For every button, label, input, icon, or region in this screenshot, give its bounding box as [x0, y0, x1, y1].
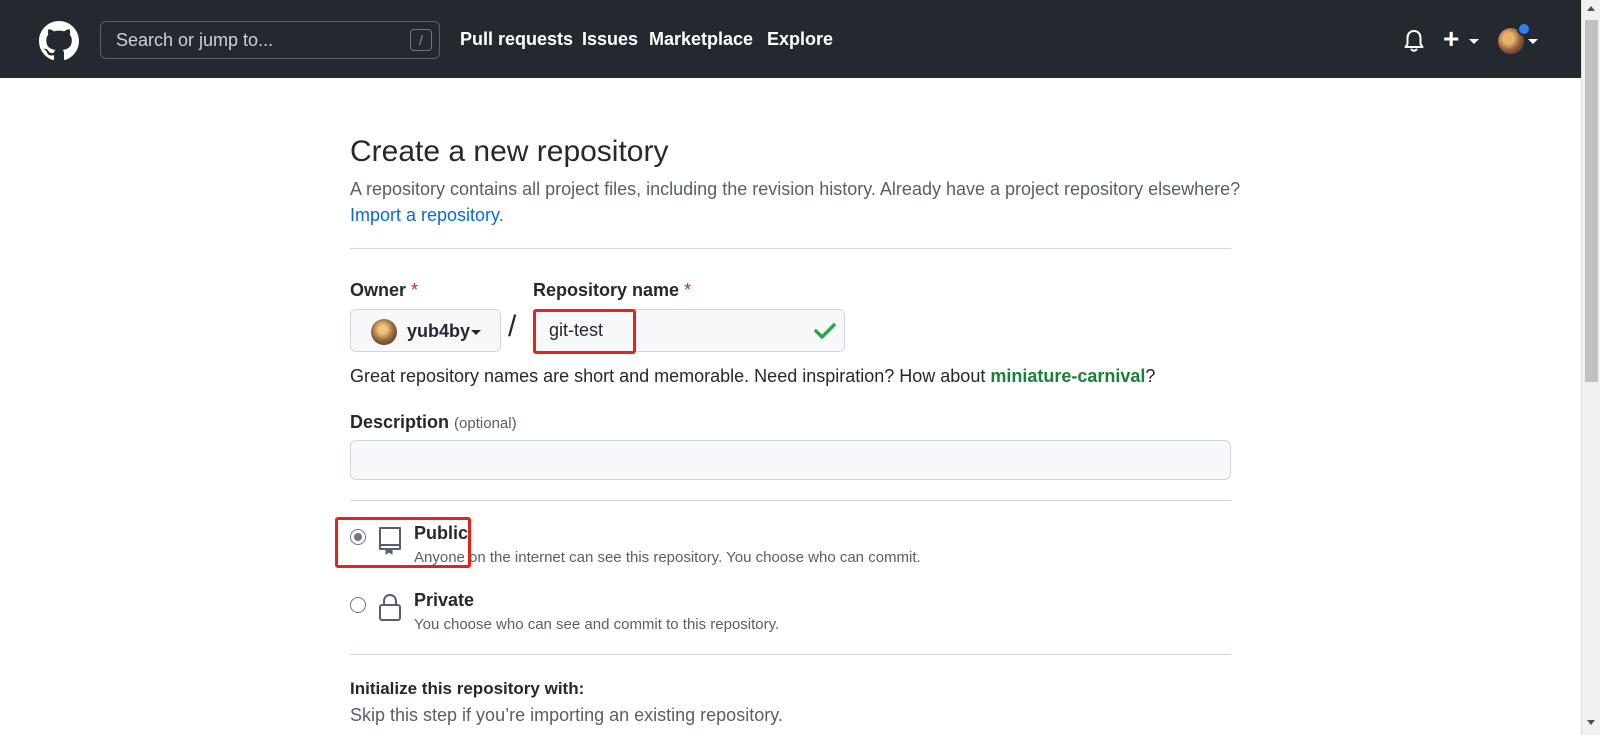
- owner-label-text: Owner: [350, 280, 407, 300]
- public-description: Anyone on the internet can see this repo…: [414, 549, 921, 566]
- github-logo-icon[interactable]: [39, 21, 79, 61]
- private-radio[interactable]: [350, 597, 366, 613]
- owner-caret-icon: [471, 330, 481, 335]
- required-asterisk: *: [411, 280, 419, 300]
- global-header: / Pull requests Issues Marketplace Explo…: [0, 0, 1581, 78]
- description-label: Description (optional): [350, 412, 517, 433]
- required-asterisk: *: [684, 280, 692, 300]
- description-input[interactable]: [350, 440, 1231, 480]
- repo-name-highlight-box: [533, 309, 636, 354]
- check-icon: [814, 323, 836, 339]
- owner-name: yub4by: [407, 321, 471, 341]
- public-option-highlight-box: [335, 517, 471, 568]
- repo-name-label: Repository name *: [533, 280, 691, 301]
- scroll-thumb[interactable]: [1585, 20, 1598, 382]
- section-divider: [350, 248, 1231, 249]
- repo-name-label-text: Repository name: [533, 280, 680, 300]
- nav-marketplace[interactable]: Marketplace: [649, 29, 753, 50]
- name-suggestion-link[interactable]: miniature-carnival: [990, 366, 1145, 386]
- repo-name-hint: Great repository names are short and mem…: [350, 366, 1155, 387]
- plus-icon[interactable]: +: [1443, 24, 1459, 54]
- initialize-title: Initialize this repository with:: [350, 679, 585, 698]
- section-divider: [350, 500, 1231, 501]
- owner-label: Owner *: [350, 280, 418, 301]
- plus-caret-icon[interactable]: [1469, 39, 1479, 44]
- page-scrollbar[interactable]: [1581, 0, 1600, 735]
- page-subtitle: A repository contains all project files,…: [350, 179, 1241, 199]
- hint-suffix: ?: [1145, 366, 1156, 386]
- initialize-description: Skip this step if you’re importing an ex…: [350, 705, 783, 725]
- avatar-caret-icon[interactable]: [1528, 39, 1538, 44]
- owner-dropdown[interactable]: yub4by: [350, 309, 501, 352]
- scroll-down-arrow-icon[interactable]: [1587, 720, 1595, 725]
- hint-text: Great repository names are short and mem…: [350, 366, 991, 386]
- section-divider: [350, 654, 1231, 655]
- bell-icon[interactable]: [1403, 29, 1425, 53]
- owner-avatar: [371, 319, 397, 345]
- nav-pull-requests[interactable]: Pull requests: [460, 29, 573, 50]
- nav-issues[interactable]: Issues: [582, 29, 638, 50]
- import-repository-link[interactable]: Import a repository.: [350, 205, 504, 226]
- scroll-up-arrow-icon[interactable]: [1587, 6, 1595, 11]
- search-input[interactable]: [101, 22, 439, 58]
- nav-explore[interactable]: Explore: [767, 29, 833, 50]
- private-description: You choose who can see and commit to thi…: [414, 616, 780, 633]
- private-title: Private: [414, 590, 475, 610]
- page-title: Create a new repository: [350, 135, 669, 168]
- slash-shortcut-badge: /: [410, 29, 432, 51]
- lock-icon: [379, 593, 401, 621]
- description-label-text: Description: [350, 412, 450, 432]
- notification-dot-icon: [1517, 22, 1531, 36]
- optional-note: (optional): [454, 415, 517, 432]
- search-box[interactable]: /: [100, 21, 440, 59]
- owner-repo-separator: /: [508, 310, 517, 343]
